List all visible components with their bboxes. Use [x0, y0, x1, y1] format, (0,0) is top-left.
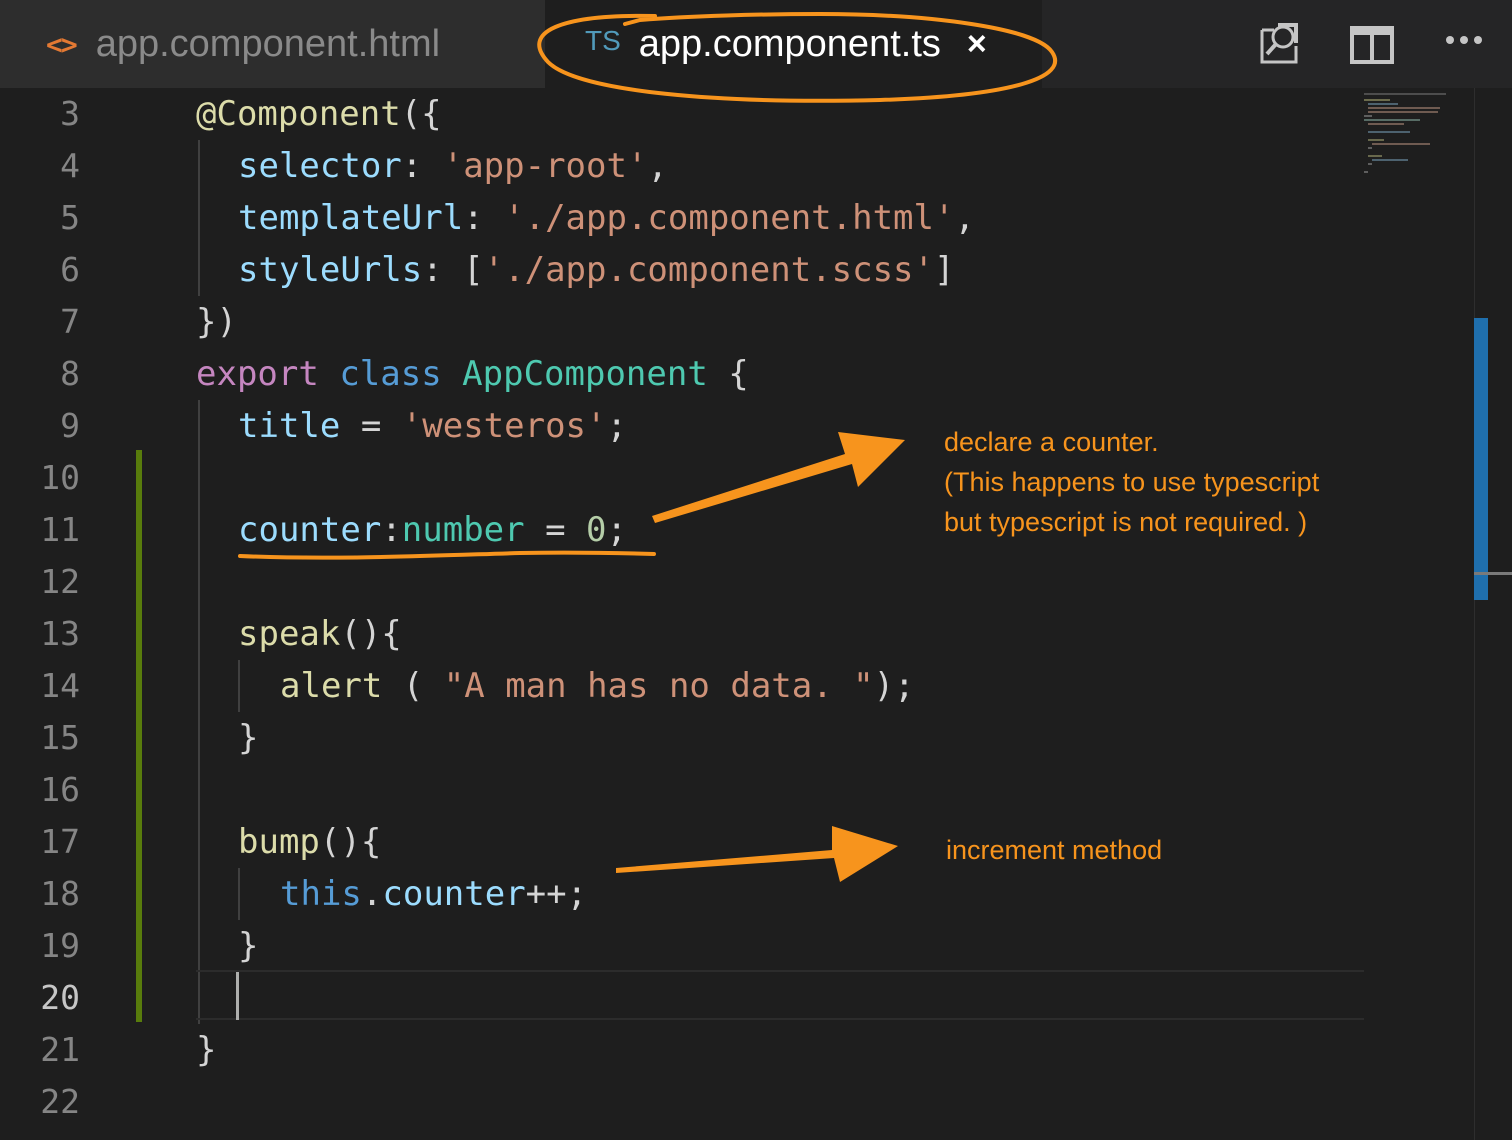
bump-annotation: increment method — [946, 835, 1163, 865]
line-number: 6 — [60, 250, 80, 289]
code-line-7: }) — [196, 302, 237, 342]
line-number: 15 — [40, 718, 80, 757]
tab-app-component-ts[interactable]: TS app.component.ts × — [545, 0, 1042, 88]
line-number: 19 — [40, 926, 80, 965]
line-number: 17 — [40, 822, 80, 861]
line-number: 18 — [40, 874, 80, 913]
line-number: 22 — [40, 1082, 80, 1121]
code-line-5: templateUrl: './app.component.html', — [238, 198, 975, 238]
html-file-icon: <> — [46, 27, 78, 61]
tab-label: app.component.html — [95, 22, 441, 65]
line-number: 21 — [40, 1030, 80, 1069]
line-number: 14 — [40, 666, 80, 705]
line-number: 13 — [40, 614, 80, 653]
open-preview-icon[interactable] — [1256, 20, 1304, 68]
annotation-line: declare a counter. — [944, 427, 1159, 457]
code-line-15: } — [238, 718, 259, 758]
code-line-6: styleUrls: ['./app.component.scss'] — [238, 250, 955, 290]
typescript-file-icon: TS — [585, 25, 621, 56]
code-line-11: counter:number = 0; — [238, 510, 627, 550]
more-actions-icon[interactable] — [1440, 20, 1488, 68]
code-line-21: } — [196, 1030, 217, 1070]
tab-app-component-html[interactable]: <> app.component.html — [0, 0, 545, 88]
line-number: 9 — [60, 406, 80, 445]
line-number: 10 — [40, 458, 80, 497]
annotation-line: (This happens to use typescript — [944, 467, 1320, 497]
line-number: 8 — [60, 354, 80, 393]
overview-ruler — [1474, 88, 1475, 1140]
tab-label: app.component.ts — [638, 22, 941, 65]
code-line-17: bump(){ — [238, 822, 382, 862]
code-line-13: speak(){ — [238, 614, 402, 654]
scrollbar-cursor-marker — [1474, 572, 1512, 575]
line-number-active: 20 — [40, 978, 80, 1017]
code-line-9: title = 'westeros'; — [238, 406, 627, 446]
tab-bar: <> app.component.html TS app.component.t… — [0, 0, 1512, 88]
code-line-4: selector: 'app-root', — [238, 146, 668, 186]
scrollbar-thumb[interactable] — [1474, 318, 1488, 600]
code-line-14: alert ( "A man has no data. "); — [280, 666, 915, 706]
code-line-8: export class AppComponent { — [196, 354, 749, 394]
minimap[interactable] — [1360, 92, 1455, 177]
line-number: 16 — [40, 770, 80, 809]
code-line-19: } — [238, 926, 259, 966]
line-number: 4 — [60, 146, 80, 185]
line-number: 12 — [40, 562, 80, 601]
line-number: 5 — [60, 198, 80, 237]
code-line-18: this.counter++; — [280, 874, 588, 914]
close-icon[interactable]: × — [967, 25, 987, 64]
line-number: 3 — [60, 94, 80, 133]
split-editor-icon[interactable] — [1348, 20, 1396, 68]
counter-annotation: declare a counter. (This happens to use … — [944, 422, 1319, 542]
annotation-line: but typescript is not required. ) — [944, 507, 1308, 537]
code-line-3: @Component({ — [196, 94, 442, 134]
code-editor[interactable]: 3 4 5 6 7 8 9 10 11 12 13 14 15 16 17 18… — [0, 88, 1512, 1140]
line-number: 11 — [40, 510, 80, 549]
line-number: 7 — [60, 302, 80, 341]
